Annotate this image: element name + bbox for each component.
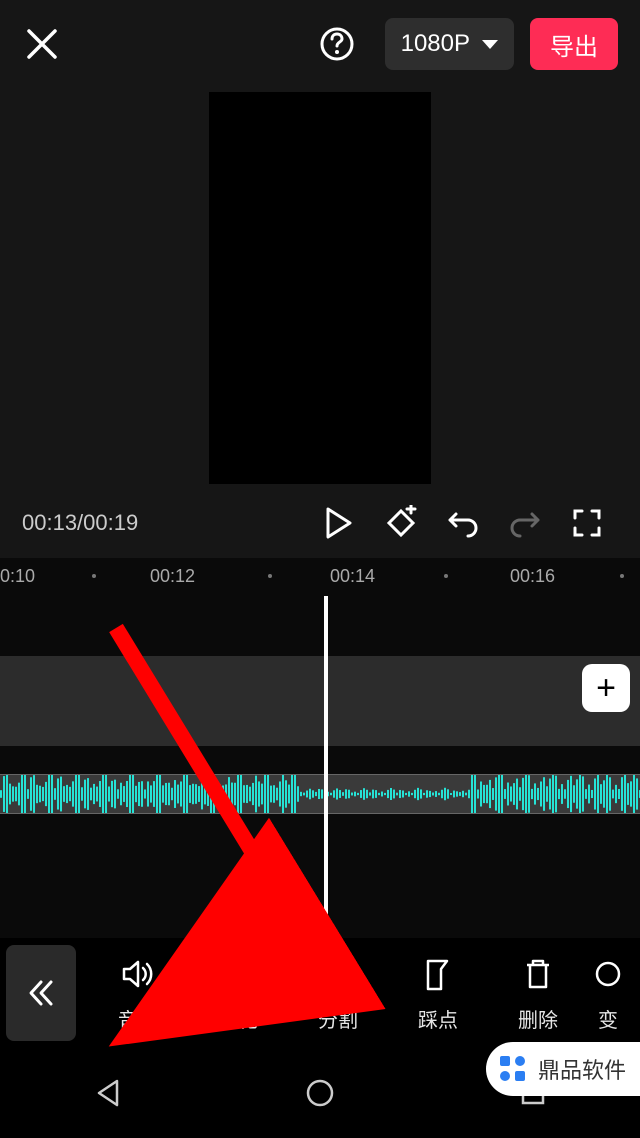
fullscreen-button[interactable] (556, 497, 618, 549)
tool-label: 音量 (118, 1004, 158, 1033)
tool-label: 变 (598, 1004, 618, 1033)
add-clip-button[interactable]: + (582, 664, 630, 712)
tool-label: 分割 (318, 1004, 358, 1033)
change-icon (588, 954, 628, 994)
watermark-text: 鼎品软件 (538, 1053, 626, 1085)
close-button[interactable] (22, 24, 62, 64)
tool-beat[interactable]: 踩点 (388, 954, 488, 1033)
tool-label: 踩点 (418, 1004, 458, 1033)
collapse-tools-button[interactable] (6, 945, 76, 1041)
ruler-tick (268, 574, 272, 578)
tool-delete[interactable]: 删除 (488, 954, 588, 1033)
ruler-label: 00:12 (150, 566, 195, 587)
nav-back-button[interactable] (87, 1073, 127, 1113)
preview-area (0, 88, 640, 488)
export-label: 导出 (550, 27, 598, 62)
help-button[interactable] (317, 24, 357, 64)
play-button[interactable] (308, 497, 370, 549)
playhead[interactable] (324, 596, 328, 956)
volume-icon (118, 954, 158, 994)
watermark-badge: 鼎品软件 (486, 1042, 640, 1096)
keyframe-button[interactable] (370, 497, 432, 549)
ruler-label: 00:14 (330, 566, 375, 587)
transport-bar: 00:13/00:19 (0, 488, 640, 558)
ruler-label: 0:10 (0, 566, 35, 587)
ruler-tick (620, 574, 624, 578)
plus-icon: + (596, 671, 616, 705)
undo-button[interactable] (432, 497, 494, 549)
redo-button[interactable] (494, 497, 556, 549)
video-preview[interactable] (209, 92, 431, 484)
ruler-tick (92, 574, 96, 578)
audio-waveform (0, 775, 640, 813)
timeline-area[interactable]: + (0, 596, 640, 956)
video-track[interactable] (0, 656, 640, 746)
audio-track[interactable] (0, 774, 640, 814)
top-bar: 1080P 导出 (0, 0, 640, 88)
tool-label: 删除 (518, 1004, 558, 1033)
beat-icon (418, 954, 458, 994)
fade-icon (218, 954, 258, 994)
tool-change[interactable]: 变 (588, 954, 628, 1033)
resolution-label: 1080P (401, 30, 470, 58)
split-icon (318, 954, 358, 994)
watermark-logo-icon (496, 1052, 530, 1086)
resolution-selector[interactable]: 1080P (385, 18, 514, 70)
delete-icon (518, 954, 558, 994)
tool-label: 淡化 (218, 1004, 258, 1033)
timeline-ruler[interactable]: 0:10 00:12 00:14 00:16 (0, 558, 640, 596)
tool-fade[interactable]: 淡化 (188, 954, 288, 1033)
nav-home-button[interactable] (300, 1073, 340, 1113)
export-button[interactable]: 导出 (530, 18, 618, 70)
chevron-down-icon (482, 40, 498, 49)
timecode-display: 00:13/00:19 (22, 510, 138, 536)
tool-bar: 音量 淡化 分割 踩点 删除 变 (0, 938, 640, 1048)
ruler-tick (444, 574, 448, 578)
tool-split[interactable]: 分割 (288, 954, 388, 1033)
tool-volume[interactable]: 音量 (88, 954, 188, 1033)
ruler-label: 00:16 (510, 566, 555, 587)
